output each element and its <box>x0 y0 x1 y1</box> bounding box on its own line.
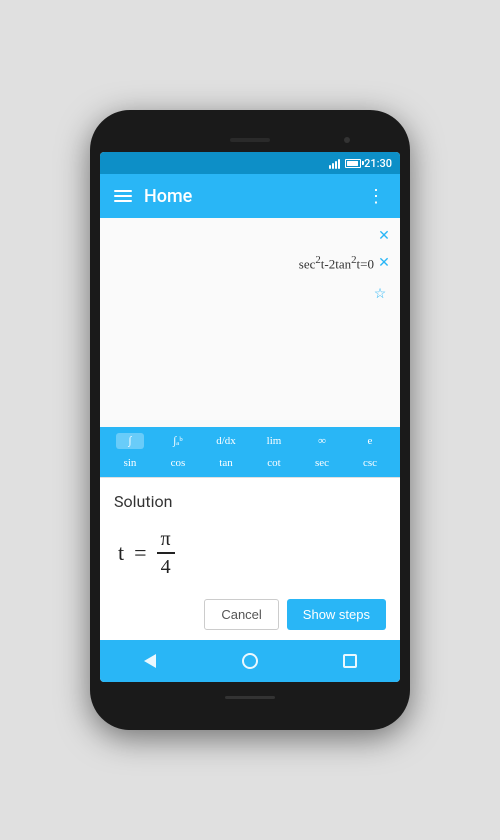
show-steps-button[interactable]: Show steps <box>287 599 386 630</box>
cancel-button[interactable]: Cancel <box>204 599 278 630</box>
recent-apps-button[interactable] <box>332 643 368 679</box>
fraction-numerator: π <box>157 527 175 554</box>
limit-button[interactable]: lim <box>260 433 288 449</box>
delete-equation-2-button[interactable]: ✕ <box>378 257 390 269</box>
toolbar-row-1: ∫ ∫ₐᵇ d/dx lim ∞ e <box>100 430 400 452</box>
solution-variable: t <box>118 540 124 566</box>
speaker <box>230 138 270 142</box>
back-button[interactable] <box>132 643 168 679</box>
signal-icon <box>329 157 340 169</box>
solution-actions: Cancel Show steps <box>114 599 386 630</box>
bottom-navigation <box>100 640 400 682</box>
solution-fraction: π 4 <box>157 527 175 579</box>
csc-button[interactable]: csc <box>356 455 384 471</box>
solution-math: t = π 4 <box>114 519 386 587</box>
phone-frame: 21:30 Home ⋮ ✕ <box>90 110 410 730</box>
toolbar-row-2: sin cos tan cot sec csc <box>100 452 400 474</box>
solution-title: Solution <box>114 492 386 511</box>
delete-equation-1-button[interactable]: ✕ <box>378 230 390 242</box>
phone-bottom <box>100 682 400 712</box>
status-time: 21:30 <box>364 157 392 170</box>
favorite-button[interactable]: ☆ <box>370 284 390 304</box>
phone-top-bar <box>100 128 400 152</box>
derivative-button[interactable]: d/dx <box>212 433 240 449</box>
solution-equals: = <box>134 540 146 566</box>
camera <box>344 137 350 143</box>
solution-panel: Solution t = π 4 Cancel Show steps <box>100 477 400 640</box>
home-button[interactable] <box>232 643 268 679</box>
status-bar: 21:30 <box>100 152 400 174</box>
equation-text-2: sec2t-2tan2t=0 <box>110 254 374 272</box>
integral-button[interactable]: ∫ <box>116 433 144 449</box>
cot-button[interactable]: cot <box>260 455 288 471</box>
app-title: Home <box>144 186 355 207</box>
equation-row-2: sec2t-2tan2t=0 ✕ <box>110 250 390 276</box>
app-bar: Home ⋮ <box>100 174 400 218</box>
sin-button[interactable]: sin <box>116 455 144 471</box>
equation-row-3: ☆ <box>110 280 390 308</box>
infinity-button[interactable]: ∞ <box>308 433 336 449</box>
equation-area: ✕ sec2t-2tan2t=0 ✕ ☆ <box>100 218 400 427</box>
phone-screen: 21:30 Home ⋮ ✕ <box>100 152 400 682</box>
equation-row-1: ✕ <box>110 226 390 246</box>
cos-button[interactable]: cos <box>164 455 192 471</box>
status-icons: 21:30 <box>329 157 392 170</box>
sec-button[interactable]: sec <box>308 455 336 471</box>
menu-button[interactable] <box>110 186 136 206</box>
battery-icon <box>345 159 361 168</box>
fraction-denominator: 4 <box>157 554 175 579</box>
euler-button[interactable]: e <box>356 433 384 449</box>
more-options-button[interactable]: ⋮ <box>363 182 390 211</box>
definite-integral-button[interactable]: ∫ₐᵇ <box>164 433 192 449</box>
main-content: ✕ sec2t-2tan2t=0 ✕ ☆ ∫ <box>100 218 400 640</box>
tan-button[interactable]: tan <box>212 455 240 471</box>
math-toolbar: ∫ ∫ₐᵇ d/dx lim ∞ e sin cos tan cot sec c… <box>100 427 400 477</box>
